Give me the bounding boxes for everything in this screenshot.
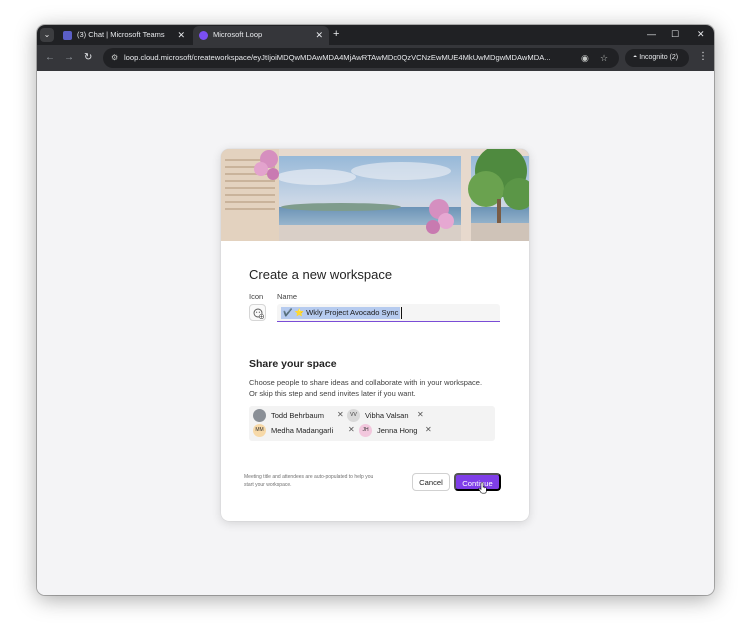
incognito-label: Incognito (2) [639,54,679,61]
share-section-title: Share your space [249,358,337,370]
remove-person-icon[interactable]: ✕ [417,409,424,421]
url-text[interactable]: loop.cloud.microsoft/createworkspace/eyJ… [124,53,572,63]
share-description: Choose people to share ideas and collabo… [249,377,509,399]
tab-microsoft-loop[interactable]: Microsoft Loop ✕ [193,26,329,45]
name-value[interactable]: ✔️ ⭐ Wkly Project Avocado Sync [281,307,401,319]
share-description-line-1: Choose people to share ideas and collabo… [249,378,483,387]
bookmark-star-icon[interactable]: ☆ [600,52,608,64]
teams-icon [63,31,72,40]
tab-title: Microsoft Loop [213,30,263,39]
tab-search-icon[interactable]: ⌄ [40,28,54,42]
remove-person-icon[interactable]: ✕ [425,424,432,436]
people-picker[interactable]: Todd Behrbaum ✕ VV Vibha Valsan ✕ MM Med… [249,406,495,441]
workspace-banner-image [221,149,529,241]
reload-icon[interactable]: ↻ [84,52,92,64]
cancel-button[interactable]: Cancel [412,473,450,491]
new-tab-button[interactable]: + [333,28,339,40]
loop-icon [199,31,208,40]
hand-cursor-icon [478,482,487,494]
browser-window: ⌄ (3) Chat | Microsoft Teams ✕ Microsoft… [37,25,714,595]
tab-close-icon[interactable]: ✕ [315,29,323,41]
emoji-add-icon [253,308,264,319]
site-info-icon[interactable]: ⚙ [111,53,118,63]
text-caret [401,307,402,319]
page-content: Create a new workspace Icon Name ✔️ ⭐ Wk… [37,71,714,595]
incognito-indicator[interactable]: ◓ Incognito (2) [625,49,689,67]
maximize-button[interactable]: ☐ [671,28,679,40]
person-chip-jenna: JH Jenna Hong ✕ [359,424,439,437]
eye-off-icon[interactable]: ◉ [581,52,589,64]
avatar-photo [253,409,266,422]
remove-person-icon[interactable]: ✕ [348,424,355,436]
workspace-icon-picker[interactable] [249,304,266,321]
avatar-initials: JH [359,424,372,437]
person-chip-todd: Todd Behrbaum ✕ [253,409,345,422]
create-workspace-dialog: Create a new workspace Icon Name ✔️ ⭐ Wk… [221,149,529,521]
person-chip-medha: MM Medha Madangarli ✕ [253,424,357,437]
share-description-line-2: Or skip this step and send invites later… [249,389,416,398]
person-chip-vibha: VV Vibha Valsan ✕ [347,409,427,422]
tab-strip: ⌄ (3) Chat | Microsoft Teams ✕ Microsoft… [37,25,714,45]
person-name: Medha Madangarli [271,426,334,435]
minimize-button[interactable]: — [647,28,656,40]
person-name: Jenna Hong [377,426,418,435]
person-name: Vibha Valsan [365,411,409,420]
forward-arrow-icon[interactable]: → [64,52,74,64]
icon-label: Icon [249,292,264,301]
address-bar[interactable]: ⚙ loop.cloud.microsoft/createworkspace/e… [103,48,619,68]
tab-close-icon[interactable]: ✕ [177,29,185,41]
avatar-initials: VV [347,409,360,422]
tab-teams-chat[interactable]: (3) Chat | Microsoft Teams ✕ [57,26,191,45]
name-label: Name [277,292,298,301]
auto-populated-note: Meeting title and attendees are auto-pop… [244,474,374,488]
browser-toolbar: ← → ↻ ⚙ loop.cloud.microsoft/createworks… [37,45,714,71]
remove-person-icon[interactable]: ✕ [337,409,344,421]
person-name: Todd Behrbaum [271,411,324,420]
more-menu-icon[interactable]: ⋮ [698,51,708,63]
close-window-button[interactable]: ✕ [697,28,705,40]
back-arrow-icon[interactable]: ← [45,52,55,64]
tab-title: (3) Chat | Microsoft Teams [77,30,165,39]
dialog-title: Create a new workspace [249,267,393,282]
workspace-name-input[interactable]: ✔️ ⭐ Wkly Project Avocado Sync [277,304,500,322]
avatar-initials: MM [253,424,266,437]
